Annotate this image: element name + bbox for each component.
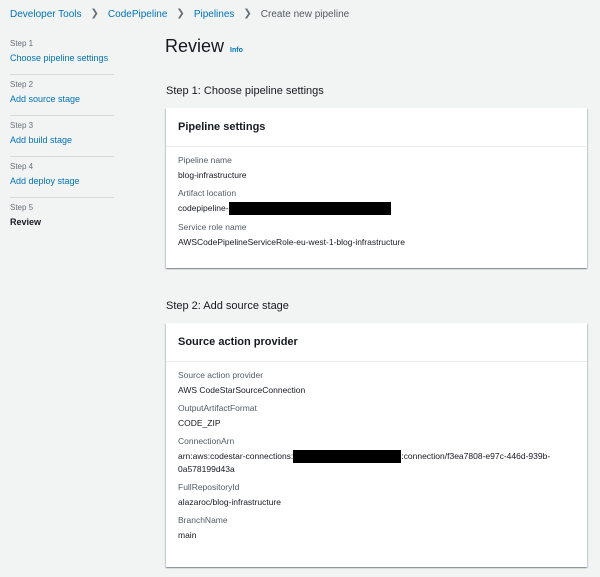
- breadcrumb: Developer Tools ❯ CodePipeline ❯ Pipelin…: [10, 8, 349, 20]
- page-title: Review: [165, 36, 225, 56]
- repository-id-field: FullRepositoryId alazaroc/blog-infrastru…: [178, 482, 575, 508]
- step1-section-title: Step 1: Choose pipeline settings: [166, 85, 324, 97]
- field-value: AWS CodeStarSourceConnection: [178, 385, 306, 395]
- wizard-step-4: Step 4 Add deploy stage: [10, 157, 114, 198]
- field-label: Source action provider: [178, 370, 264, 380]
- pipeline-name-field: Pipeline name blog-infrastructure: [178, 155, 575, 181]
- field-label: Service role name: [178, 222, 247, 233]
- field-label: OutputArtifactFormat: [178, 403, 257, 413]
- step-number: Step 1: [10, 39, 34, 48]
- info-link[interactable]: Info: [230, 47, 243, 54]
- artifact-location-prefix: codepipeline-: [178, 203, 229, 213]
- field-value: CODE_ZIP: [178, 418, 221, 428]
- service-role-field: Service role name AWSCodePipelineService…: [178, 222, 575, 248]
- page-header: Review Info: [165, 36, 243, 57]
- wizard-step-3: Step 3 Add build stage: [10, 116, 114, 157]
- wizard-step-5: Step 5 Review: [10, 198, 114, 239]
- field-label: Artifact location: [178, 188, 237, 198]
- field-value: codepipeline-: [178, 202, 575, 216]
- wizard-step-1: Step 1 Choose pipeline settings: [10, 34, 114, 75]
- connection-arn-prefix: arn:aws:codestar-connections:: [178, 451, 294, 461]
- redaction-block: [228, 202, 391, 216]
- field-value: blog-infrastructure: [178, 170, 247, 180]
- wizard-steps: Step 1 Choose pipeline settings Step 2 A…: [10, 34, 114, 239]
- breadcrumb-developer-tools[interactable]: Developer Tools: [10, 9, 82, 20]
- step-link-add-source-stage[interactable]: Add source stage: [10, 93, 114, 106]
- breadcrumb-codepipeline[interactable]: CodePipeline: [108, 9, 168, 20]
- chevron-right-icon: ❯: [243, 8, 252, 19]
- field-value: alazaroc/blog-infrastructure: [178, 497, 281, 508]
- field-label: BranchName: [178, 515, 228, 526]
- breadcrumb-pipelines[interactable]: Pipelines: [194, 9, 235, 20]
- breadcrumb-current: Create new pipeline: [260, 8, 350, 20]
- pipeline-settings-panel: Pipeline settings Pipeline name blog-inf…: [166, 108, 587, 268]
- panel-header: Pipeline settings: [166, 108, 587, 147]
- step-current-review: Review: [10, 217, 42, 227]
- field-label: FullRepositoryId: [178, 482, 240, 493]
- step-link-add-deploy-stage[interactable]: Add deploy stage: [10, 175, 114, 188]
- source-action-panel: Source action provider Source action pro…: [166, 323, 587, 567]
- field-value: arn:aws:codestar-connections::connection…: [178, 450, 575, 475]
- field-label: Pipeline name: [178, 155, 232, 165]
- output-format-field: OutputArtifactFormat CODE_ZIP: [178, 403, 575, 429]
- field-value: main: [178, 530, 197, 541]
- step-link-choose-pipeline-settings[interactable]: Choose pipeline settings: [10, 52, 114, 65]
- step-number: Step 3: [10, 121, 34, 130]
- field-label: ConnectionArn: [178, 436, 235, 446]
- panel-header: Source action provider: [166, 323, 587, 362]
- step-link-add-build-stage[interactable]: Add build stage: [10, 134, 114, 147]
- branch-name-field: BranchName main: [178, 515, 575, 541]
- step-number: Step 4: [10, 162, 34, 171]
- step2-section-title: Step 2: Add source stage: [166, 300, 289, 312]
- chevron-right-icon: ❯: [90, 8, 99, 19]
- artifact-location-field: Artifact location codepipeline-: [178, 188, 575, 216]
- step-number: Step 2: [10, 80, 34, 89]
- source-provider-field: Source action provider AWS CodeStarSourc…: [178, 370, 575, 396]
- step-number: Step 5: [10, 203, 34, 212]
- field-value: AWSCodePipelineServiceRole-eu-west-1-blo…: [178, 237, 405, 248]
- wizard-step-2: Step 2 Add source stage: [10, 75, 114, 116]
- redaction-block: [293, 450, 402, 464]
- chevron-right-icon: ❯: [176, 8, 185, 19]
- connection-arn-field: ConnectionArn arn:aws:codestar-connectio…: [178, 436, 575, 475]
